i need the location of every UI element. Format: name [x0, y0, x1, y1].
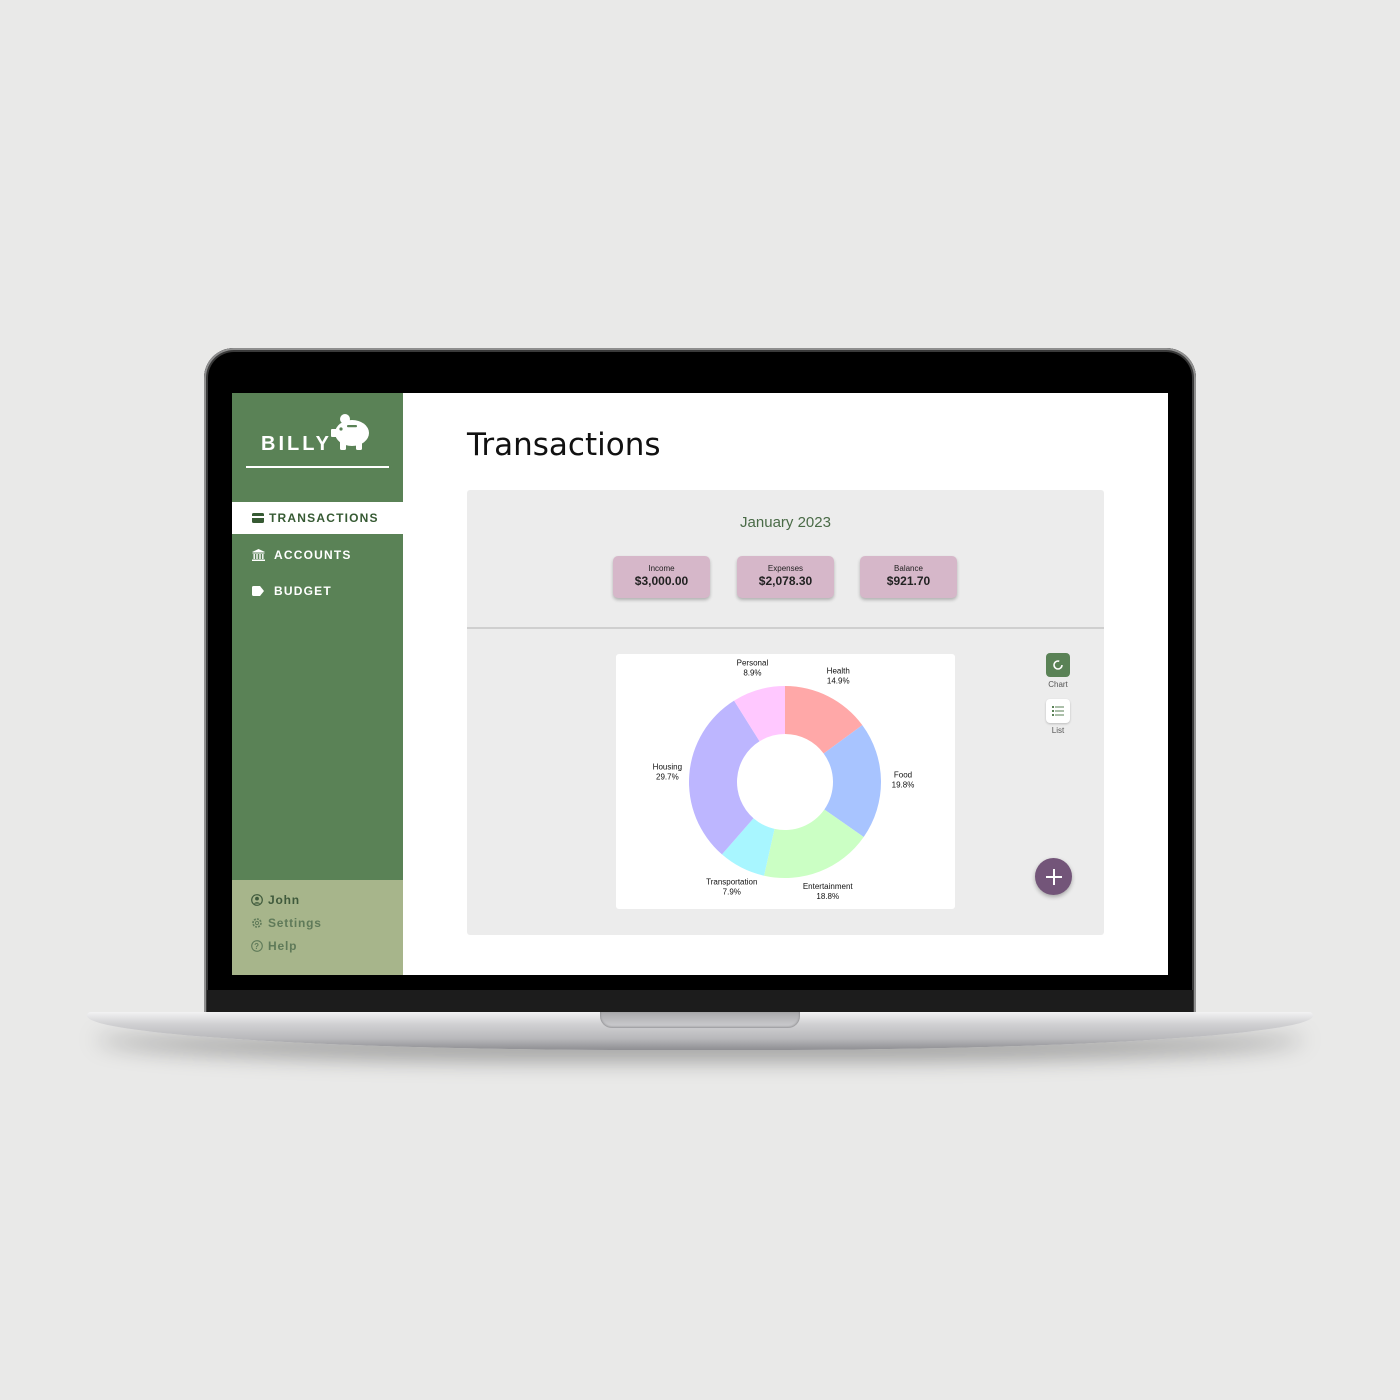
user-profile-link[interactable]: John [251, 893, 300, 907]
sidebar-item-label: ACCOUNTS [274, 547, 352, 562]
sidebar-item-label: TRANSACTIONS [269, 511, 379, 525]
expenses-value: $2,078.30 [758, 574, 813, 588]
list-view-label: List [1051, 726, 1065, 735]
expenses-label: Expenses [767, 564, 804, 573]
piggy-bank-icon [331, 414, 369, 450]
svg-text:?: ? [254, 942, 260, 951]
list-view-button[interactable] [1046, 699, 1070, 723]
sidebar-nav: TRANSACTIONS ACCOUNTS BUDGET [232, 502, 403, 612]
slice-label-housing: Housing [653, 763, 682, 772]
balance-card: Balance $921.70 [860, 556, 957, 598]
laptop-bezel [207, 990, 1193, 1014]
laptop-notch [600, 1012, 800, 1028]
help-icon: ? [251, 940, 263, 952]
sidebar: BILLY TRANSACTIONS ACCOUNTS BUDGET John … [232, 393, 403, 975]
list-icon [1052, 706, 1064, 716]
slice-percent-housing: 29.7% [656, 773, 679, 782]
bank-icon [251, 548, 265, 562]
sidebar-item-accounts[interactable]: ACCOUNTS [232, 539, 403, 571]
page-title: Transactions [467, 427, 661, 463]
add-transaction-button[interactable] [1035, 858, 1072, 895]
chart-card: Health 14.9% Food 19.8% Entertainment 18.8% Tr… [616, 654, 955, 909]
income-card: Income $3,000.00 [613, 556, 710, 598]
slice-percent-transportation: 7.9% [723, 887, 741, 896]
sidebar-item-budget[interactable]: BUDGET [232, 575, 403, 607]
sidebar-item-transactions[interactable]: TRANSACTIONS [232, 502, 403, 534]
help-link[interactable]: ? Help [251, 939, 297, 953]
slice-percent-personal: 8.9% [743, 669, 761, 678]
chart-view-label: Chart [1048, 680, 1068, 689]
income-label: Income [648, 564, 675, 573]
tag-icon [251, 584, 265, 598]
slice-percent-food: 19.8% [892, 781, 915, 790]
panel-divider [467, 627, 1104, 629]
plus-icon [1045, 868, 1062, 885]
slice-label-health: Health [827, 667, 850, 676]
user-name: John [268, 893, 300, 907]
transactions-panel: January 2023 Income $3,000.00 Expenses $… [467, 490, 1104, 935]
slice-label-transportation: Transportation [706, 877, 757, 886]
gear-icon [251, 917, 263, 929]
credit-card-icon [251, 511, 265, 525]
settings-label: Settings [268, 916, 322, 930]
balance-value: $921.70 [886, 574, 931, 588]
donut-chart-icon [1053, 660, 1063, 670]
expense-donut-chart: Health14.9% Food19.8% Entertainment18.8% Tr… [653, 659, 915, 901]
settings-link[interactable]: Settings [251, 916, 322, 930]
slice-label-food: Food [894, 771, 912, 780]
slice-percent-entertainment: 18.8% [816, 892, 839, 901]
app-window: BILLY TRANSACTIONS ACCOUNTS BUDGET John … [232, 393, 1168, 975]
brand[interactable]: BILLY [246, 408, 389, 468]
chart-view-button[interactable] [1046, 653, 1070, 677]
slice-label-entertainment: Entertainment [803, 882, 854, 891]
balance-label: Balance [894, 564, 923, 573]
brand-name: BILLY [261, 433, 332, 455]
help-label: Help [268, 939, 298, 953]
month-selector[interactable]: January 2023 [467, 514, 1104, 531]
sidebar-item-label: BUDGET [274, 584, 332, 598]
slice-label-personal: Personal [737, 659, 769, 668]
sidebar-footer: John Settings ? Help [232, 880, 403, 975]
income-value: $3,000.00 [634, 574, 689, 588]
expenses-card: Expenses $2,078.30 [737, 556, 834, 598]
user-circle-icon [251, 894, 263, 906]
slice-percent-health: 14.9% [827, 677, 850, 686]
